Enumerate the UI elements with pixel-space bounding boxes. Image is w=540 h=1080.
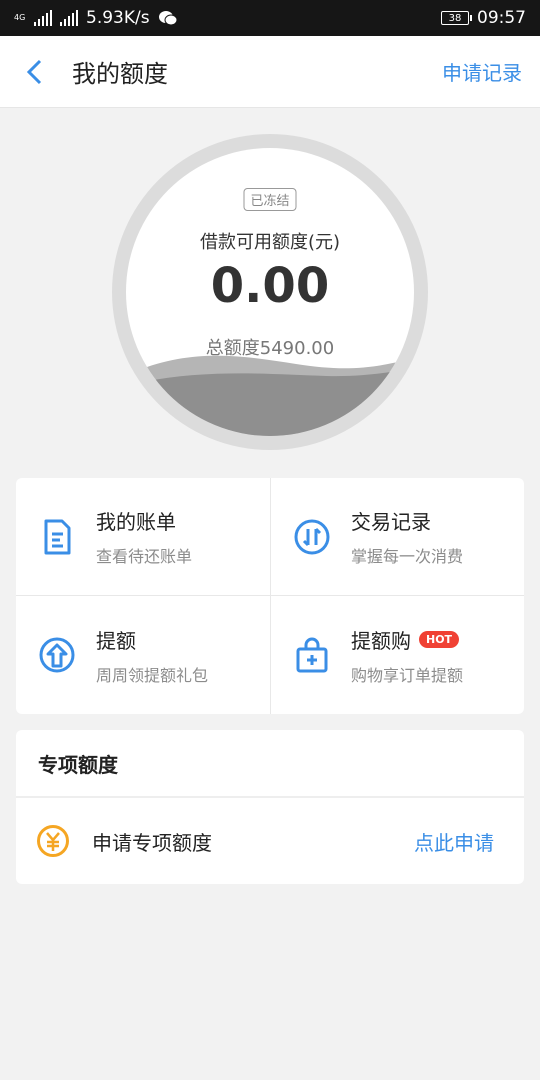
raise-limit-icon xyxy=(39,637,75,673)
grid-item-transactions[interactable]: 交易记录 掌握每一次消费 xyxy=(270,478,524,596)
available-credit-label: 借款可用额度(元) xyxy=(199,232,341,253)
grid-item-title: 提额 xyxy=(96,628,136,653)
clock: 09:57 xyxy=(477,8,526,28)
wechat-icon xyxy=(158,11,178,26)
function-grid: 我的账单 查看待还账单 交易记录 掌握每一次消费 提额 周周领提额礼包 提额购 … xyxy=(16,478,524,714)
apply-special-credit-label: 申请专项额度 xyxy=(92,830,212,855)
grid-item-my-bill[interactable]: 我的账单 查看待还账单 xyxy=(16,478,270,596)
apply-special-credit-row[interactable]: 申请专项额度 点此申请 xyxy=(16,798,524,884)
application-record-link[interactable]: 申请记录 xyxy=(442,57,522,86)
grid-item-subtitle: 购物享订单提额 xyxy=(351,665,464,685)
credit-dial-inner: 已冻结 借款可用额度(元) 0.00 总额度5490.00 xyxy=(126,148,414,436)
exchange-icon xyxy=(294,519,330,554)
page-title: 我的额度 xyxy=(72,60,168,88)
grid-item-subtitle: 周周领提额礼包 xyxy=(96,665,209,685)
grid-item-raise-limit[interactable]: 提额 周周领提额礼包 xyxy=(16,596,270,714)
grid-item-title: 交易记录 xyxy=(351,510,431,534)
bill-icon xyxy=(44,519,71,554)
credit-dial-section: 已冻结 借款可用额度(元) 0.00 总额度5490.00 xyxy=(0,108,540,478)
yuan-coin-icon xyxy=(37,825,69,857)
page-header: 我的额度 申请记录 xyxy=(0,36,540,108)
status-left: 4G 5.93K/s xyxy=(14,8,178,28)
special-credit-card: 专项额度 申请专项额度 点此申请 xyxy=(16,730,524,884)
shopping-bag-icon xyxy=(296,637,328,673)
frozen-status-badge: 已冻结 xyxy=(243,188,297,211)
back-arrow-icon[interactable] xyxy=(24,57,48,87)
battery-icon: 38 xyxy=(441,11,472,25)
grid-item-title: 提额购 xyxy=(351,628,411,653)
credit-dial: 已冻结 借款可用额度(元) 0.00 总额度5490.00 xyxy=(112,134,428,450)
grid-item-subtitle: 查看待还账单 xyxy=(96,547,193,566)
apply-now-link[interactable]: 点此申请 xyxy=(414,827,494,856)
hot-badge: HOT xyxy=(419,630,460,648)
signal-icon-2 xyxy=(60,10,78,26)
network-type: 4G xyxy=(14,13,26,22)
signal-icon xyxy=(34,10,52,26)
network-speed: 5.93K/s xyxy=(86,8,150,28)
available-credit-amount: 0.00 xyxy=(210,258,330,314)
grid-item-raise-shopping[interactable]: 提额购 HOT 购物享订单提额 xyxy=(270,596,524,714)
special-credit-title: 专项额度 xyxy=(16,730,524,798)
grid-item-subtitle: 掌握每一次消费 xyxy=(351,547,464,566)
status-right: 38 09:57 xyxy=(441,8,526,28)
total-credit-label: 总额度5490.00 xyxy=(205,338,335,359)
grid-item-title: 我的账单 xyxy=(96,510,176,534)
status-bar: 4G 5.93K/s 38 09:57 xyxy=(0,0,540,36)
